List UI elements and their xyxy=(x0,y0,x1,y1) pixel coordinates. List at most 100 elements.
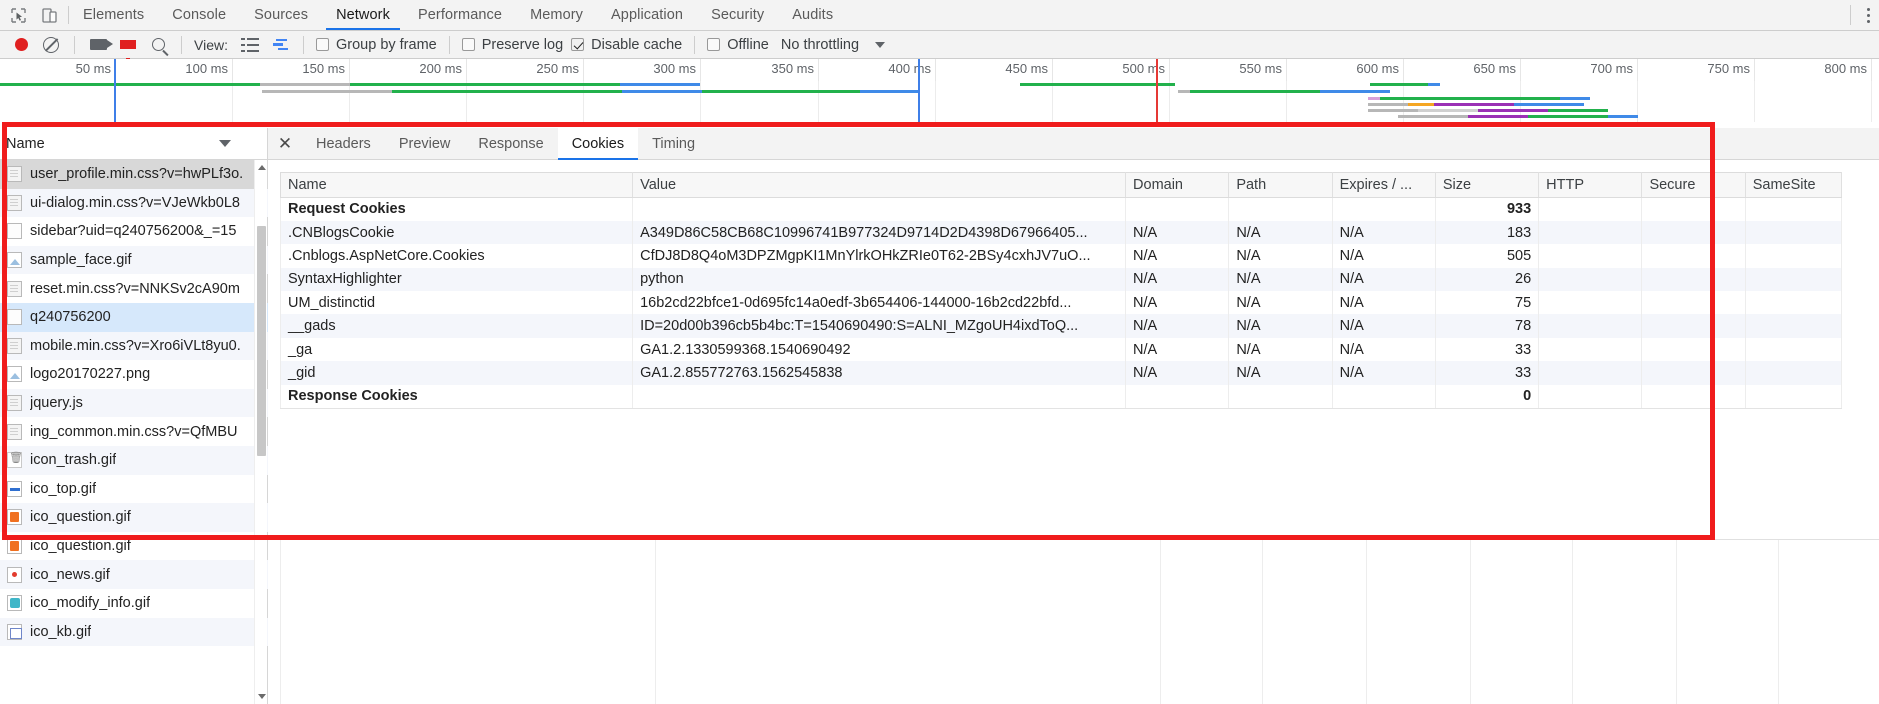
waterfall-view-button[interactable] xyxy=(265,33,295,57)
scroll-up-arrow-icon[interactable] xyxy=(255,161,268,174)
tab-headers[interactable]: Headers xyxy=(302,128,385,159)
overview-request-bar xyxy=(1428,83,1440,86)
search-button[interactable] xyxy=(143,33,173,57)
cookies-cell-domain: N/A xyxy=(1125,244,1230,268)
cookies-cell-http xyxy=(1538,337,1643,362)
cookies-cell-domain: N/A xyxy=(1125,361,1230,385)
red-image-icon xyxy=(7,566,22,583)
offline-checkbox[interactable]: Offline xyxy=(703,37,773,53)
tab-sources[interactable]: Sources xyxy=(240,0,322,30)
preserve-log-checkbox[interactable]: Preserve log xyxy=(458,37,567,53)
request-list-item[interactable]: ui-dialog.min.css?v=VJeWkb0L8 xyxy=(0,188,268,218)
cookies-column-header[interactable]: Path xyxy=(1228,172,1333,198)
requests-list[interactable]: user_profile.min.css?v=hwPLf3o. ui-dialog… xyxy=(0,160,268,704)
tab-elements[interactable]: Elements xyxy=(69,0,158,30)
cookies-cell-expires: N/A xyxy=(1332,291,1436,315)
cookies-column-header[interactable]: Domain xyxy=(1125,172,1230,198)
cookies-group-row[interactable]: Response Cookies 0 xyxy=(279,384,1843,409)
request-list-item[interactable]: reset.min.css?v=NNKSv2cA90m xyxy=(0,274,268,303)
cookies-cell-samesite xyxy=(1745,361,1843,385)
cookies-column-header[interactable]: Secure xyxy=(1641,172,1746,198)
image-icon xyxy=(7,366,22,383)
cookies-column-header[interactable]: Size xyxy=(1435,172,1540,198)
request-list-item[interactable]: sidebar?uid=q240756200&_=15 xyxy=(0,217,268,246)
record-button[interactable] xyxy=(6,33,36,57)
tab-response[interactable]: Response xyxy=(464,128,557,159)
cookies-cell-value: GA1.2.855772763.1562545838 xyxy=(632,361,1127,385)
scroll-down-arrow-icon[interactable] xyxy=(255,690,268,703)
chevron-down-icon[interactable] xyxy=(219,140,231,147)
timeline-tick-label: 500 ms xyxy=(1122,61,1165,76)
request-list-item[interactable]: jquery.js xyxy=(0,388,268,418)
cookies-table-row[interactable]: .Cnblogs.AspNetCore.Cookies CfDJ8D8Q4oM3D… xyxy=(279,244,1843,268)
requests-list-header[interactable]: Name xyxy=(0,128,267,160)
timeline-waterfall xyxy=(0,81,1879,122)
scrollbar-thumb[interactable] xyxy=(257,226,266,456)
disable-cache-checkbox[interactable]: Disable cache xyxy=(567,37,686,53)
cookies-table-row[interactable]: _ga GA1.2.1330599368.1540690492 N/A N/A N/A 3… xyxy=(279,337,1843,362)
request-list-item[interactable]: ico_top.gif xyxy=(0,475,268,504)
timeline-tick-label: 200 ms xyxy=(419,61,462,76)
cookies-group-row[interactable]: Request Cookies 933 xyxy=(279,197,1843,221)
close-icon[interactable]: ✕ xyxy=(268,128,302,159)
request-list-item[interactable]: ico_modify_info.gif xyxy=(0,589,268,618)
orange-image-icon xyxy=(7,509,22,526)
tab-application-label: Application xyxy=(611,7,684,23)
tab-performance[interactable]: Performance xyxy=(404,0,516,30)
tab-preview[interactable]: Preview xyxy=(385,128,465,159)
request-list-item[interactable]: ico_news.gif xyxy=(0,560,268,589)
cookies-column-header[interactable]: HTTP xyxy=(1538,172,1643,198)
request-list-item[interactable]: mobile.min.css?v=Xro6iVLt8yu0. xyxy=(0,331,268,361)
cookies-cell-domain: N/A xyxy=(1125,337,1230,362)
cookies-panel: Name Value Domain Path Expires / ... Size HTTP… xyxy=(268,160,1879,704)
list-view-button[interactable] xyxy=(235,33,265,57)
tab-network[interactable]: Network xyxy=(322,0,404,30)
cookies-table-row[interactable]: _gid GA1.2.855772763.1562545838 N/A N/A N/A 3… xyxy=(279,361,1843,385)
cookies-table-row[interactable]: SyntaxHighlighter python N/A N/A N/A 26 xyxy=(279,267,1843,292)
request-list-item[interactable]: logo20170227.png xyxy=(0,360,268,389)
tab-headers-label: Headers xyxy=(316,135,371,152)
group-by-frame-checkbox[interactable]: Group by frame xyxy=(312,37,441,53)
request-list-item[interactable]: ing_common.min.css?v=QfMBU xyxy=(0,417,268,446)
cookies-table-row[interactable]: .CNBlogsCookie A349D86C58CB68C10996741B97… xyxy=(279,220,1843,245)
request-list-item[interactable]: ico_kb.gif xyxy=(0,617,268,647)
cookies-column-header[interactable]: Expires / ... xyxy=(1332,172,1436,198)
request-list-item[interactable]: q240756200 xyxy=(0,302,268,332)
tab-application[interactable]: Application xyxy=(597,0,697,30)
cookies-column-header[interactable]: Name xyxy=(279,172,634,198)
tab-timing[interactable]: Timing xyxy=(638,128,709,159)
cookies-table-row[interactable]: UM_distinctid 16b2cd22bfce1-0d695fc14a0ed… xyxy=(279,291,1843,315)
filter-button[interactable] xyxy=(113,33,143,65)
overview-request-bar xyxy=(1368,103,1408,106)
inspect-element-icon[interactable] xyxy=(10,7,27,24)
capture-screenshots-button[interactable] xyxy=(83,33,113,57)
network-overview[interactable]: 50 ms 100 ms 150 ms 200 ms 250 ms 300 ms 350 m… xyxy=(0,59,1879,122)
request-list-item[interactable]: ico_question.gif xyxy=(0,503,268,532)
request-list-item[interactable]: icon_trash.gif xyxy=(0,445,268,475)
request-list-item[interactable]: sample_face.gif xyxy=(0,245,268,275)
trash-image-icon xyxy=(7,451,23,469)
clear-button[interactable] xyxy=(36,33,66,57)
cookies-column-header[interactable]: Value xyxy=(632,172,1127,198)
device-toolbar-icon[interactable] xyxy=(41,7,58,24)
throttling-select[interactable]: No throttling xyxy=(773,37,859,53)
request-list-item[interactable]: user_profile.min.css?v=hwPLf3o. xyxy=(0,160,268,189)
request-list-item[interactable]: ico_question.gif xyxy=(0,532,268,561)
tab-performance-label: Performance xyxy=(417,7,503,23)
stylesheet-icon xyxy=(7,280,22,297)
chevron-down-icon[interactable] xyxy=(875,41,886,48)
tab-memory[interactable]: Memory xyxy=(516,0,597,30)
tab-cookies[interactable]: Cookies xyxy=(557,128,639,160)
cookies-table-row[interactable]: __gads ID=20d00b396cb5b4bc:T=1540690490:S… xyxy=(279,314,1843,338)
tab-preview-label: Preview xyxy=(398,135,451,152)
tab-audits[interactable]: Audits xyxy=(778,0,847,30)
cookies-cell-samesite xyxy=(1745,314,1843,338)
camera-icon xyxy=(89,39,113,50)
cookies-column-header[interactable]: SameSite xyxy=(1745,172,1843,198)
overview-request-bar xyxy=(1190,90,1320,93)
cookies-cell-samesite xyxy=(1745,337,1843,362)
tab-console[interactable]: Console xyxy=(158,0,240,30)
requests-list-scrollbar[interactable] xyxy=(254,160,267,704)
tab-security[interactable]: Security xyxy=(697,0,778,30)
kebab-menu-icon[interactable] xyxy=(1857,7,1879,23)
